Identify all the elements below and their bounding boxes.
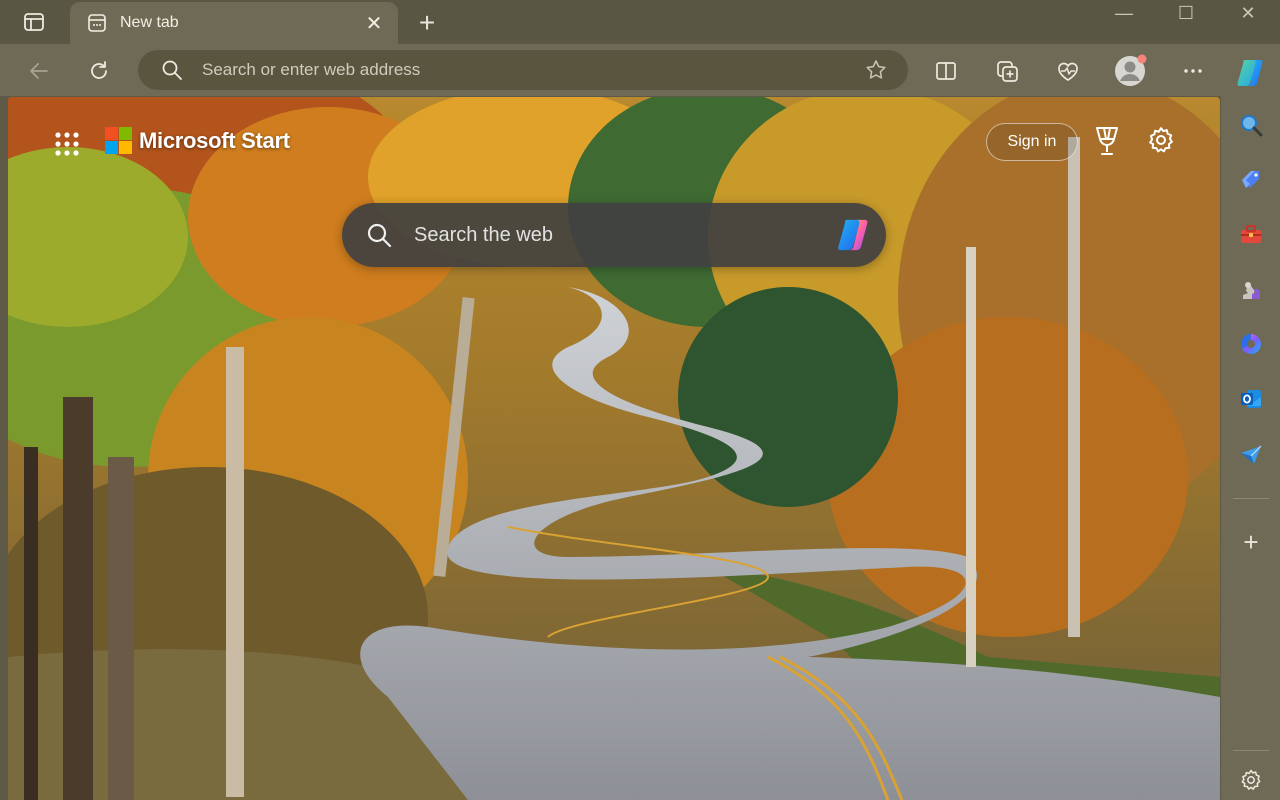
- collections-icon: [997, 61, 1018, 82]
- add-favorite-button[interactable]: [862, 56, 890, 84]
- sidebar-games-button[interactable]: [1235, 274, 1267, 306]
- copilot-button[interactable]: [1232, 54, 1270, 92]
- web-search-box[interactable]: [342, 203, 886, 267]
- sidebar-search-button[interactable]: [1235, 109, 1267, 141]
- split-screen-icon: [936, 62, 956, 80]
- title-bar: New tab ✕ + — ☐ ✕: [0, 0, 1280, 44]
- search-icon: [1241, 115, 1263, 137]
- sidebar-drop-button[interactable]: [1235, 438, 1267, 470]
- microsoft-365-icon: [1240, 333, 1261, 354]
- browser-essentials-icon: [1058, 62, 1078, 81]
- gear-icon: [1149, 127, 1173, 153]
- brand[interactable]: Microsoft Start: [105, 127, 290, 154]
- close-window-button[interactable]: ✕: [1218, 0, 1278, 26]
- split-screen-button[interactable]: [929, 54, 963, 88]
- new-tab-button[interactable]: +: [412, 7, 442, 38]
- copilot-search-button[interactable]: [832, 213, 876, 257]
- refresh-button[interactable]: [82, 54, 116, 88]
- brand-name: Microsoft Start: [139, 127, 290, 153]
- refresh-icon: [91, 61, 107, 79]
- close-window-icon: ✕: [1240, 2, 1256, 23]
- search-icon: [364, 220, 394, 250]
- copilot-icon: [1237, 60, 1263, 86]
- search-icon: [160, 58, 184, 82]
- toolbox-icon: [1241, 225, 1261, 243]
- address-input[interactable]: [202, 60, 862, 80]
- games-icon: [1243, 282, 1260, 299]
- web-search-input[interactable]: [414, 223, 832, 247]
- page-settings-button[interactable]: [1146, 125, 1176, 159]
- sidebar-settings-button[interactable]: [1235, 764, 1267, 796]
- copilot-icon: [838, 219, 868, 251]
- tab-actions-icon: [24, 13, 44, 31]
- star-icon: [866, 60, 886, 79]
- new-tab-page: Microsoft Start Sign in: [8, 97, 1220, 800]
- close-icon: ✕: [365, 12, 383, 35]
- microsoft-logo: [105, 127, 132, 154]
- maximize-icon: ☐: [1177, 2, 1195, 23]
- collections-button[interactable]: [990, 54, 1024, 88]
- plus-icon: +: [1243, 526, 1259, 557]
- maximize-button[interactable]: ☐: [1156, 0, 1216, 26]
- gear-icon: [1241, 769, 1261, 790]
- apps-grid-icon: [55, 132, 79, 156]
- sign-in-button[interactable]: Sign in: [986, 123, 1078, 161]
- more-icon: [1184, 69, 1202, 73]
- plus-icon: +: [418, 7, 436, 38]
- sidebar-tools-button[interactable]: [1235, 219, 1267, 251]
- back-arrow-icon: [30, 63, 48, 79]
- sidebar-shopping-button[interactable]: [1235, 164, 1267, 196]
- minimize-button[interactable]: —: [1094, 0, 1154, 26]
- browser-essentials-button[interactable]: [1051, 54, 1085, 88]
- settings-and-more-button[interactable]: [1176, 54, 1210, 88]
- shopping-tag-icon: [1242, 171, 1259, 188]
- tab-title: New tab: [120, 14, 179, 31]
- apps-launcher-button[interactable]: [52, 129, 82, 159]
- address-bar[interactable]: [138, 50, 908, 90]
- profile-button[interactable]: [1113, 54, 1147, 88]
- rewards-button[interactable]: [1092, 125, 1122, 159]
- sidebar-outlook-button[interactable]: [1235, 383, 1267, 415]
- sidebar-divider: [1233, 750, 1269, 751]
- profile-avatar-icon: [1115, 54, 1147, 86]
- new-tab-page-icon: [86, 12, 108, 34]
- close-tab-button[interactable]: ✕: [362, 11, 386, 35]
- sidebar: +: [1221, 44, 1280, 800]
- sidebar-microsoft-365-button[interactable]: [1235, 328, 1267, 360]
- send-icon: [1241, 445, 1262, 464]
- tab-new-tab[interactable]: New tab ✕: [70, 2, 398, 44]
- trophy-icon: [1096, 127, 1118, 155]
- outlook-icon: [1241, 390, 1261, 408]
- toolbar: [0, 44, 1280, 96]
- sidebar-add-button[interactable]: +: [1235, 526, 1267, 558]
- sidebar-divider: [1233, 498, 1269, 499]
- back-button[interactable]: [22, 54, 56, 88]
- minimize-icon: —: [1115, 2, 1133, 23]
- tab-actions-button[interactable]: [20, 10, 48, 34]
